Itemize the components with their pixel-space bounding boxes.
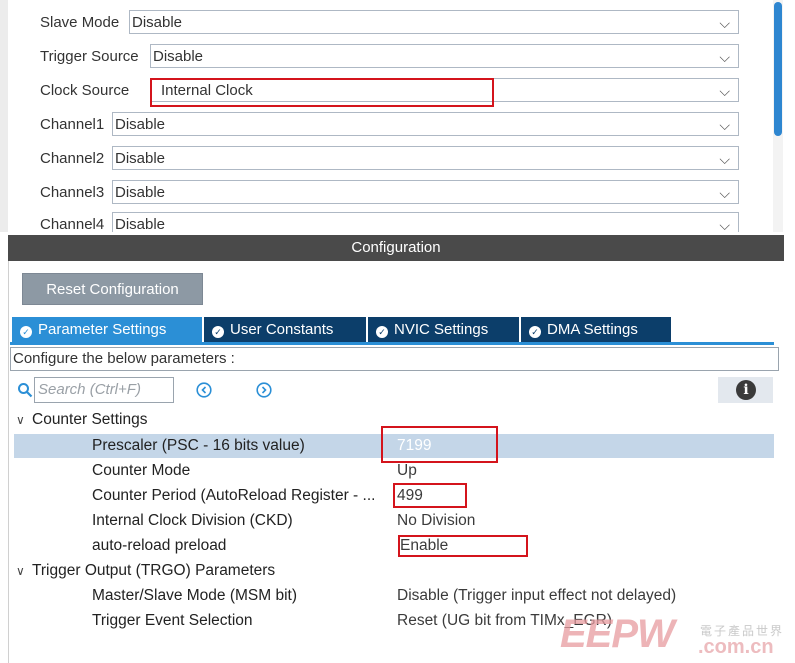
check-circle-icon: ✓ — [212, 326, 224, 338]
param-row-msm[interactable]: Master/Slave Mode (MSM bit) Disable (Tri… — [14, 584, 774, 608]
chevron-down-icon: ⌵ — [719, 117, 730, 133]
info-button[interactable]: i — [718, 377, 773, 403]
channel1-select[interactable]: Disable ⌵ — [112, 112, 739, 136]
chevron-down-icon: ∨ — [16, 564, 25, 578]
param-name: Counter Mode — [92, 462, 191, 479]
watermark-logo: EEPW — [560, 612, 675, 656]
highlight-box-clock-source — [150, 78, 494, 107]
configuration-header: Configuration — [8, 235, 784, 261]
tab-label: DMA Settings — [547, 321, 638, 338]
param-name: Trigger Event Selection — [92, 612, 253, 629]
parameters-description: Configure the below parameters : — [10, 347, 779, 371]
channel4-label: Channel4 — [40, 216, 105, 232]
tab-underline — [10, 342, 774, 345]
slave-mode-select[interactable]: Disable ⌵ — [129, 10, 739, 34]
tab-label: NVIC Settings — [394, 321, 489, 338]
chevron-down-icon: ⌵ — [719, 185, 730, 201]
group-title: Trigger Output (TRGO) Parameters — [32, 562, 276, 579]
trigger-source-select[interactable]: Disable ⌵ — [150, 44, 739, 68]
param-name: auto-reload preload — [92, 537, 227, 554]
param-name: Prescaler (PSC - 16 bits value) — [92, 437, 305, 454]
channel2-select[interactable]: Disable ⌵ — [112, 146, 739, 170]
tab-parameter-settings[interactable]: ✓ Parameter Settings — [12, 317, 202, 343]
check-circle-icon: ✓ — [529, 326, 541, 338]
chevron-down-icon: ⌵ — [719, 151, 730, 167]
channel3-label: Channel3 — [40, 184, 105, 201]
slave-mode-value: Disable — [132, 14, 183, 31]
channel2-label: Channel2 — [40, 150, 105, 167]
watermark-domain: .com.cn — [698, 636, 774, 658]
check-circle-icon: ✓ — [20, 326, 32, 338]
param-row-clock-division[interactable]: Internal Clock Division (CKD) No Divisio… — [14, 509, 774, 533]
trigger-source-label: Trigger Source — [40, 48, 139, 65]
group-counter-settings[interactable]: ∨ Counter Settings — [16, 411, 147, 429]
search-input[interactable]: Search (Ctrl+F) — [34, 377, 174, 403]
tab-nvic-settings[interactable]: ✓ NVIC Settings — [368, 317, 519, 343]
clock-source-label: Clock Source — [40, 82, 130, 99]
arrow-right-circle-icon[interactable] — [256, 382, 272, 398]
highlight-box-period — [393, 483, 467, 508]
param-name: Master/Slave Mode (MSM bit) — [92, 587, 297, 604]
channel3-select[interactable]: Disable ⌵ — [112, 180, 739, 204]
tab-user-constants[interactable]: ✓ User Constants — [204, 317, 366, 343]
param-row-auto-reload-preload[interactable]: auto-reload preload Enable — [14, 534, 774, 558]
search-icon — [18, 383, 33, 398]
info-icon: i — [736, 380, 756, 400]
param-value[interactable]: No Division — [397, 509, 475, 533]
slave-mode-label: Slave Mode — [40, 14, 120, 31]
highlight-box-prescaler — [381, 426, 498, 463]
reset-configuration-button[interactable]: Reset Configuration — [22, 273, 203, 305]
arrow-left-circle-icon[interactable] — [196, 382, 212, 398]
chevron-down-icon: ⌵ — [719, 15, 730, 31]
chevron-down-icon: ⌵ — [719, 49, 730, 65]
trigger-source-value: Disable — [153, 48, 204, 65]
channel1-label: Channel1 — [40, 116, 105, 133]
tab-dma-settings[interactable]: ✓ DMA Settings — [521, 317, 671, 343]
highlight-box-preload — [398, 535, 528, 557]
param-value[interactable]: Disable (Trigger input effect not delaye… — [397, 584, 676, 608]
group-trigger-output[interactable]: ∨ Trigger Output (TRGO) Parameters — [16, 562, 275, 580]
chevron-down-icon: ∨ — [16, 413, 25, 427]
param-name: Counter Period (AutoReload Register - ..… — [92, 487, 376, 504]
channel1-value: Disable — [115, 116, 166, 133]
check-circle-icon: ✓ — [376, 326, 388, 338]
param-name: Internal Clock Division (CKD) — [92, 512, 293, 529]
tab-label: Parameter Settings — [38, 321, 167, 338]
mode-panel: Slave Mode Disable ⌵ Trigger Source Disa… — [0, 0, 784, 232]
channel2-value: Disable — [115, 150, 166, 167]
channel4-value: Disable — [115, 216, 166, 232]
channel4-clip: Channel4 Disable ⌵ — [8, 210, 772, 232]
group-title: Counter Settings — [32, 411, 148, 428]
tab-label: User Constants — [230, 321, 334, 338]
channel4-select[interactable]: Disable ⌵ — [112, 212, 739, 232]
chevron-down-icon: ⌵ — [719, 217, 730, 232]
mode-scrollbar-thumb[interactable] — [774, 2, 782, 136]
channel3-value: Disable — [115, 184, 166, 201]
chevron-down-icon: ⌵ — [719, 83, 730, 99]
